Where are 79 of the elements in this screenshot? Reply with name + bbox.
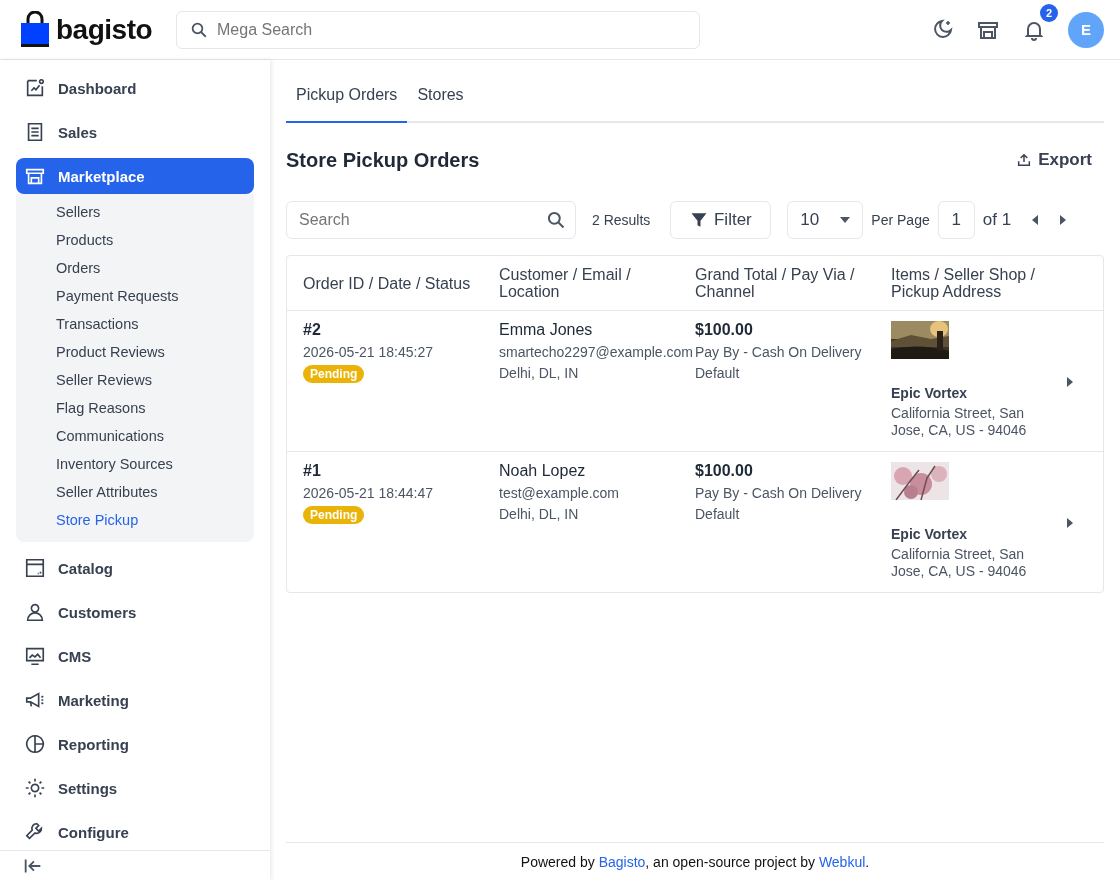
submenu-item[interactable]: Product Reviews — [56, 338, 165, 366]
order-date: 2026-05-21 18:44:47 — [303, 485, 433, 501]
customer-location: Delhi, DL, IN — [499, 506, 579, 522]
customer-name: Noah Lopez — [499, 462, 586, 480]
submenu-item[interactable]: Orders — [56, 254, 101, 282]
submenu-item[interactable]: Flag Reasons — [56, 394, 146, 422]
sidebar-item[interactable]: Configure — [16, 814, 254, 850]
status-badge: Pending — [303, 506, 365, 524]
expand-arrow-icon[interactable] — [1067, 518, 1073, 528]
tab[interactable]: Stores — [407, 86, 474, 123]
submenu-item[interactable]: Inventory Sources — [56, 450, 173, 478]
grand-total: $100.00 — [695, 462, 753, 480]
results-count: 2 Results — [592, 212, 651, 228]
search-icon — [546, 210, 566, 230]
footer-text: Powered by Bagisto, an open-source project by Webkul. — [520, 853, 870, 870]
sidebar-item[interactable]: Reporting — [16, 726, 254, 762]
logo-text[interactable]: bagisto — [56, 13, 153, 46]
submenu-item[interactable]: Communications — [56, 422, 164, 450]
search-field[interactable]: Mega Search — [176, 10, 700, 49]
per-page-select[interactable]: 10 — [787, 201, 864, 239]
submenu-item[interactable]: Store Pickup — [56, 506, 139, 534]
menu-item-icon — [24, 645, 46, 667]
order-id: #2 — [303, 321, 321, 339]
search-icon — [190, 20, 208, 39]
payment-method: Pay By - Cash On Delivery — [695, 344, 862, 360]
submenu-item[interactable]: Seller Reviews — [56, 366, 152, 394]
submenu-item[interactable]: Transactions — [56, 310, 139, 338]
sidebar-item[interactable]: Marketplace — [16, 158, 254, 194]
page-title: Store Pickup Orders — [286, 148, 480, 172]
sidebar-item[interactable]: Sales — [16, 114, 254, 150]
per-page-label: Per Page — [871, 212, 930, 228]
next-icon[interactable] — [1059, 215, 1068, 225]
menu-item-icon — [24, 733, 46, 755]
filter-button[interactable]: Filter — [670, 201, 772, 239]
sidebar-item[interactable]: Dashboard — [16, 70, 254, 106]
menu-item-icon — [24, 777, 46, 799]
payment-method: Pay By - Cash On Delivery — [695, 485, 862, 501]
sidebar-item[interactable]: Customers — [16, 594, 254, 630]
customer-email: smartecho2297@example.com — [499, 344, 693, 360]
order-date: 2026-05-21 18:45:27 — [303, 344, 433, 360]
seller-shop: Epic Vortex — [891, 526, 967, 542]
column-header: Grand Total / Pay Via / Channel — [695, 266, 856, 300]
sidebar-item[interactable]: CMS — [16, 638, 254, 674]
seller-shop: Epic Vortex — [891, 385, 967, 401]
customer-location: Delhi, DL, IN — [499, 365, 579, 381]
order-id: #1 — [303, 462, 321, 480]
channel-name: Default — [695, 506, 740, 522]
sidebar-item[interactable]: Catalog — [16, 550, 254, 586]
submenu-item[interactable]: Payment Requests — [56, 282, 179, 310]
channel-name: Default — [695, 365, 740, 381]
sidebar-item[interactable]: Marketing — [16, 682, 254, 718]
pickup-address: California Street, San Jose, CA, US - 94046 — [891, 405, 1028, 439]
export-button[interactable]: Export — [1004, 146, 1104, 174]
submenu-item[interactable]: Seller Attributes — [56, 478, 158, 506]
shopping-bag-icon — [20, 10, 50, 49]
expand-arrow-icon[interactable] — [1067, 377, 1073, 387]
pickup-address: California Street, San Jose, CA, US - 94046 — [891, 546, 1028, 580]
notification-count: 2 — [1040, 3, 1058, 22]
column-header: Order ID / Date / Status — [303, 274, 472, 292]
column-header: Items / Seller Shop / Pickup Address — [891, 266, 1037, 300]
menu-item-icon — [24, 77, 46, 99]
page-count: of 1 — [982, 210, 1012, 230]
filter-icon — [689, 211, 708, 229]
column-header: Customer / Email / Location — [499, 266, 632, 300]
submenu-item[interactable]: Sellers — [56, 198, 101, 226]
search-field[interactable]: Search — [286, 201, 576, 239]
menu-item-icon — [24, 557, 46, 579]
upload-icon — [1016, 152, 1033, 168]
customer-email: test@example.com — [499, 485, 620, 501]
sidebar-item[interactable]: Settings — [16, 770, 254, 806]
tab[interactable]: Pickup Orders — [286, 86, 408, 123]
previous-icon[interactable] — [1031, 215, 1040, 225]
menu-item-icon — [24, 601, 46, 623]
grand-total: $100.00 — [695, 321, 753, 339]
customer-name: Emma Jones — [499, 321, 593, 339]
page-field[interactable]: 1 — [937, 201, 975, 239]
caret-icon — [840, 217, 851, 223]
status-badge: Pending — [303, 365, 365, 383]
submenu-item[interactable]: Products — [56, 226, 114, 254]
